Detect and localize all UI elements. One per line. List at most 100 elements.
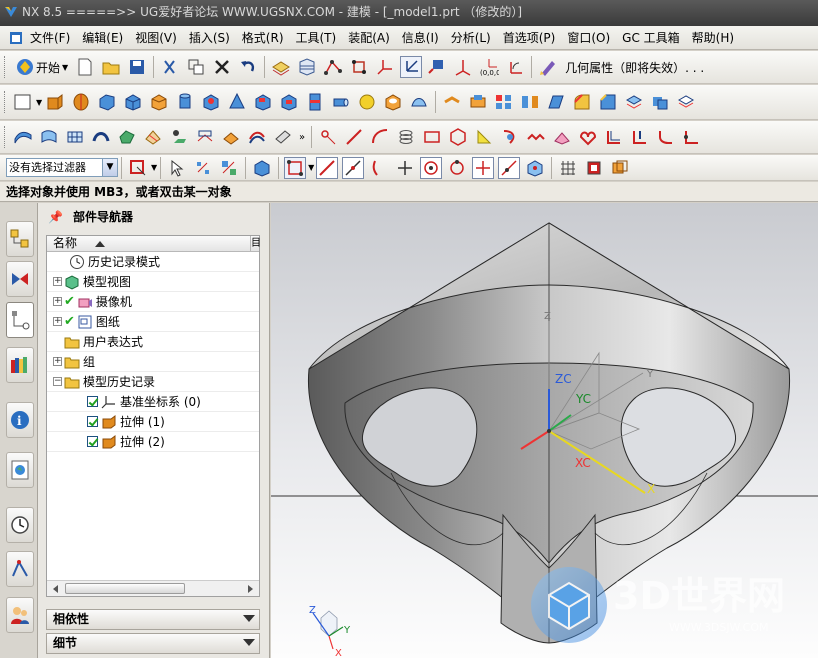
tube-icon[interactable]: [330, 91, 352, 113]
snap-control-point-icon[interactable]: [342, 156, 365, 179]
select-feature-icon[interactable]: [218, 157, 240, 179]
name-column-header[interactable]: 名称 目: [47, 236, 261, 252]
studio-surface-icon[interactable]: [142, 126, 164, 148]
snap-quadrant-icon[interactable]: [446, 157, 468, 179]
window-icon[interactable]: [8, 30, 24, 46]
roles-tab[interactable]: [6, 597, 34, 633]
work-layer-icon[interactable]: [296, 56, 318, 78]
point-icon[interactable]: [317, 126, 339, 148]
web-browser-tab[interactable]: [6, 452, 34, 488]
select-body-icon[interactable]: [251, 157, 273, 179]
point-set-icon[interactable]: [322, 56, 344, 78]
menu-gc-toolkit[interactable]: GC 工具箱: [616, 29, 686, 46]
select-all-icon[interactable]: [192, 157, 214, 179]
save-icon[interactable]: [126, 56, 148, 78]
swept-icon[interactable]: [90, 126, 112, 148]
new-icon[interactable]: [74, 56, 96, 78]
hd3d-tools-tab[interactable]: i: [6, 402, 34, 438]
geometry-property-label[interactable]: 几何属性（即将失效）. . .: [565, 59, 704, 76]
menu-analysis[interactable]: 分析(L): [445, 29, 497, 46]
ruled-surface-icon[interactable]: [12, 126, 34, 148]
helix-icon[interactable]: [395, 126, 417, 148]
visibility-checkbox[interactable]: [87, 436, 98, 447]
menu-window[interactable]: 窗口(O): [561, 29, 616, 46]
assembly-navigator-tab[interactable]: [6, 221, 34, 257]
collapse-icon[interactable]: −: [53, 377, 62, 386]
pocket-icon[interactable]: [278, 91, 300, 113]
shell-icon[interactable]: [382, 91, 404, 113]
sketch-icon[interactable]: [12, 91, 34, 113]
hole-icon[interactable]: [252, 91, 274, 113]
n-sided-surface-icon[interactable]: [116, 126, 138, 148]
snap-center-icon[interactable]: [420, 156, 443, 179]
datum-csys-icon[interactable]: [374, 56, 396, 78]
trim-sheet-icon[interactable]: [272, 126, 294, 148]
visibility-checkbox[interactable]: [87, 396, 98, 407]
snap-endpoint-icon[interactable]: [284, 156, 307, 179]
view-fit-icon[interactable]: [609, 157, 631, 179]
grid-icon[interactable]: [557, 157, 579, 179]
snap-point-on-curve-icon[interactable]: [498, 156, 521, 179]
trim-body-icon[interactable]: [408, 91, 430, 113]
menu-view[interactable]: 视图(V): [129, 29, 183, 46]
edge-blend-icon[interactable]: [571, 91, 593, 113]
offset-curve-icon[interactable]: [603, 126, 625, 148]
offset-face-icon[interactable]: [623, 91, 645, 113]
open-icon[interactable]: [100, 56, 122, 78]
type-filter-icon[interactable]: [127, 157, 149, 179]
scroll-right-icon[interactable]: [248, 585, 253, 593]
emboss-icon[interactable]: [467, 91, 489, 113]
tree-item-datum-csys[interactable]: 基准坐标系 (0): [47, 392, 259, 412]
composite-curve-icon[interactable]: [577, 126, 599, 148]
unite-icon[interactable]: [649, 91, 671, 113]
snap-arc-icon[interactable]: [368, 157, 390, 179]
block-icon[interactable]: [96, 91, 118, 113]
layer-settings-icon[interactable]: [270, 56, 292, 78]
show-hide-icon[interactable]: [583, 157, 605, 179]
curve-mesh-icon[interactable]: [64, 126, 86, 148]
graphics-window[interactable]: Z ZC YC Y XC X Z Y X 3D世界网 WWW.3DSJW.COM: [271, 203, 818, 658]
pin-icon[interactable]: 📌: [48, 203, 63, 231]
cut-icon[interactable]: [159, 56, 181, 78]
rectangle-icon[interactable]: [421, 126, 443, 148]
tree-item-extrude-1[interactable]: 拉伸 (1): [47, 412, 259, 432]
feature-box-icon[interactable]: [148, 91, 170, 113]
sphere-icon[interactable]: [356, 91, 378, 113]
mirror-icon[interactable]: [519, 91, 541, 113]
offset-surface-icon[interactable]: [246, 126, 268, 148]
start-button[interactable]: 开始 ▼: [10, 55, 72, 79]
constraint-navigator-tab[interactable]: [6, 261, 34, 297]
menu-format[interactable]: 格式(R): [236, 29, 290, 46]
project-curve-icon[interactable]: [499, 126, 521, 148]
scrollbar-thumb[interactable]: [65, 583, 185, 594]
menu-help[interactable]: 帮助(H): [686, 29, 740, 46]
snap-existing-point-icon[interactable]: [472, 156, 495, 179]
pattern-icon[interactable]: [493, 91, 515, 113]
bridge-curve-icon[interactable]: [525, 126, 547, 148]
divide-curve-icon[interactable]: [681, 126, 703, 148]
snap-icon[interactable]: [348, 56, 370, 78]
pad-icon[interactable]: [304, 91, 326, 113]
polygon-icon[interactable]: [447, 126, 469, 148]
copy-icon[interactable]: [185, 56, 207, 78]
menu-preferences[interactable]: 首选项(P): [497, 29, 562, 46]
chamfer-icon[interactable]: [597, 91, 619, 113]
expand-icon[interactable]: +: [53, 277, 62, 286]
panel-splitter[interactable]: [46, 601, 260, 612]
tree-item-user-expressions[interactable]: 用户表达式: [47, 332, 259, 352]
csys-origin-icon[interactable]: (0,0,0): [478, 56, 500, 78]
menu-tools[interactable]: 工具(T): [290, 29, 343, 46]
arc-icon[interactable]: [369, 126, 391, 148]
system-materials-tab[interactable]: [6, 551, 34, 587]
undo-icon[interactable]: [237, 56, 259, 78]
rotate-wcs-icon[interactable]: [504, 56, 526, 78]
thicken-icon[interactable]: [441, 91, 463, 113]
through-curves-icon[interactable]: [38, 126, 60, 148]
sew-icon[interactable]: [194, 126, 216, 148]
tree-item-model-history[interactable]: − 模型历史记录: [47, 372, 259, 392]
model-canvas[interactable]: Z ZC YC Y XC X Z Y X 3D世界网 WWW.3DSJW.COM: [271, 203, 818, 658]
dynamic-wcs-icon[interactable]: [426, 56, 448, 78]
select-arrow-icon[interactable]: [166, 157, 188, 179]
history-tab[interactable]: [6, 507, 34, 543]
bounded-plane-icon[interactable]: [168, 126, 190, 148]
